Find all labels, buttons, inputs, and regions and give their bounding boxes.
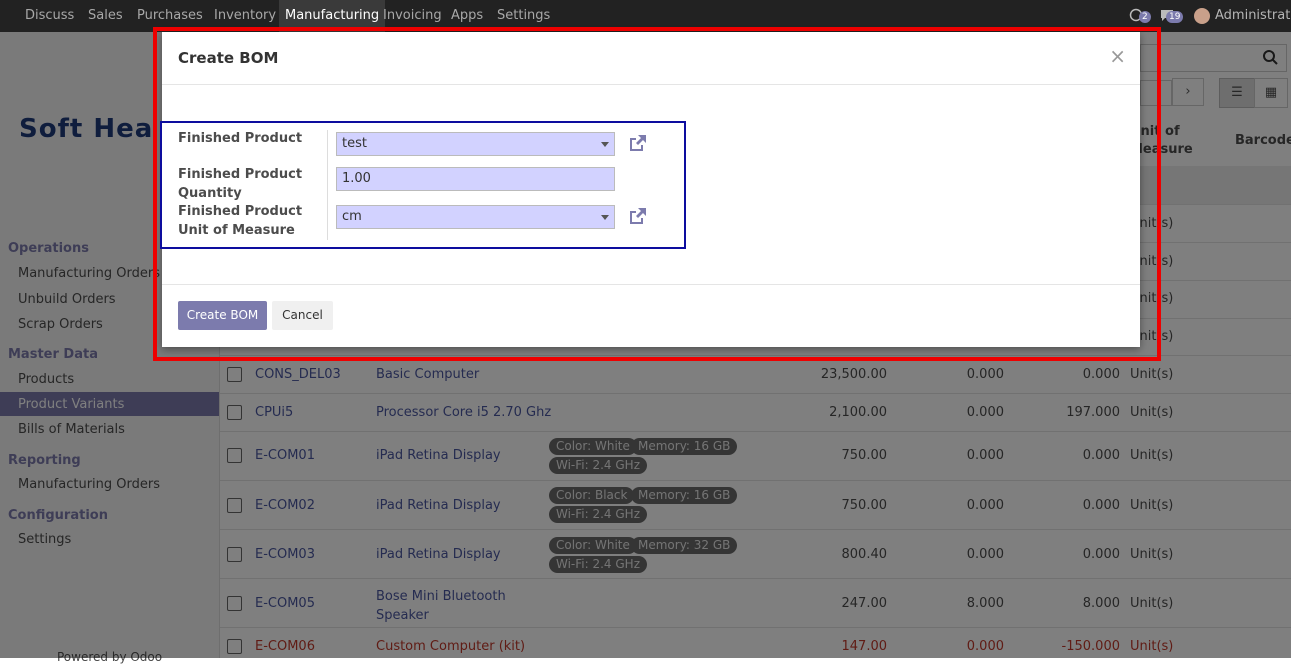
menu-sales[interactable]: Sales	[82, 0, 129, 32]
highlight-box-blue	[160, 121, 686, 249]
activity-count-badge: 19	[1166, 11, 1184, 23]
avatar[interactable]	[1194, 8, 1210, 24]
menu-discuss[interactable]: Discuss	[19, 0, 80, 32]
user-name[interactable]: Administrator	[1215, 0, 1291, 32]
messages-count-badge: 2	[1139, 11, 1151, 23]
